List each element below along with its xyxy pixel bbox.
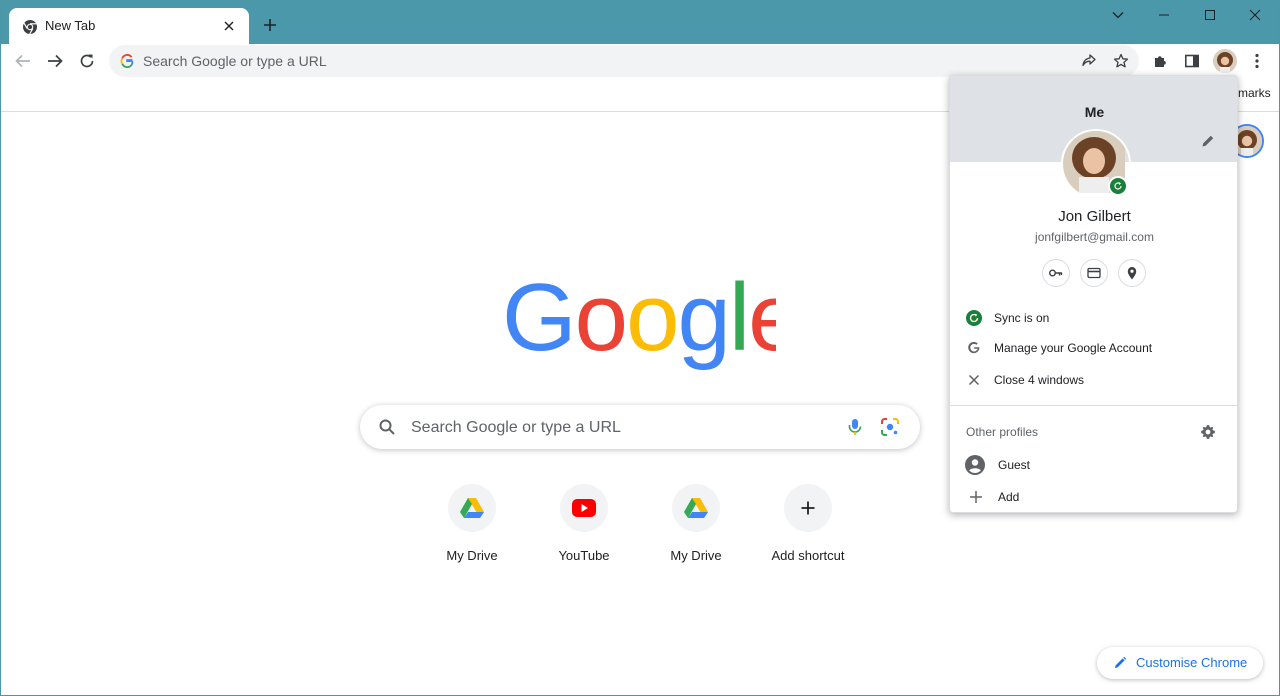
toolbar: Search Google or type a URL bbox=[0, 44, 1280, 78]
sync-status-item[interactable]: Sync is on bbox=[950, 303, 1237, 333]
google-drive-icon bbox=[460, 498, 484, 518]
close-windows-item[interactable]: Close 4 windows bbox=[950, 365, 1237, 395]
guest-profile-item[interactable]: Guest bbox=[950, 450, 1237, 480]
shortcut-icon-circle bbox=[784, 484, 832, 532]
chrome-menu-button[interactable] bbox=[1247, 51, 1267, 71]
shortcut-my-drive[interactable]: My Drive bbox=[640, 484, 752, 574]
minimize-button[interactable] bbox=[1153, 5, 1175, 25]
forward-button[interactable] bbox=[44, 50, 66, 72]
side-panel-button[interactable] bbox=[1182, 51, 1202, 71]
plus-icon bbox=[264, 19, 276, 31]
shortcut-icon-circle bbox=[560, 484, 608, 532]
microphone-icon[interactable] bbox=[844, 416, 866, 438]
arrow-left-icon bbox=[15, 54, 30, 68]
addresses-button[interactable] bbox=[1118, 259, 1146, 287]
bookmarks-label[interactable]: marks bbox=[1238, 86, 1271, 100]
share-icon bbox=[1082, 54, 1096, 67]
svg-text:Google: Google bbox=[502, 270, 776, 370]
sync-icon bbox=[1114, 182, 1122, 190]
profile-label: Guest bbox=[998, 458, 1031, 472]
maximize-button[interactable] bbox=[1199, 5, 1221, 25]
minimize-icon bbox=[1159, 14, 1169, 16]
bookmark-star-button[interactable] bbox=[1112, 52, 1130, 70]
arrow-right-icon bbox=[48, 54, 63, 68]
sync-icon bbox=[966, 310, 982, 326]
side-panel-icon bbox=[1184, 54, 1199, 68]
window-close-button[interactable] bbox=[1244, 5, 1266, 25]
profile-avatar-button[interactable] bbox=[1213, 49, 1237, 73]
shortcut-label: My Drive bbox=[446, 548, 498, 563]
passwords-button[interactable] bbox=[1042, 259, 1070, 287]
chevron-down-icon bbox=[1112, 12, 1124, 19]
avatar-icon bbox=[1213, 49, 1237, 73]
customise-chrome-button[interactable]: Customise Chrome bbox=[1097, 647, 1263, 679]
add-profile-item[interactable]: Add bbox=[950, 482, 1237, 512]
search-box[interactable]: Search Google or type a URL bbox=[360, 405, 920, 449]
customise-chrome-label: Customise Chrome bbox=[1136, 655, 1248, 670]
search-input[interactable]: Search Google or type a URL bbox=[411, 419, 621, 437]
close-icon bbox=[224, 21, 234, 31]
google-logo: Google bbox=[502, 270, 776, 370]
payment-methods-button[interactable] bbox=[1080, 259, 1108, 287]
plus-icon bbox=[801, 501, 815, 515]
tab-close-button[interactable] bbox=[219, 16, 239, 36]
gear-icon[interactable] bbox=[1200, 424, 1216, 440]
address-bar-placeholder: Search Google or type a URL bbox=[143, 53, 327, 69]
close-icon bbox=[1249, 9, 1261, 21]
menu-divider bbox=[950, 405, 1237, 406]
other-profiles-label: Other profiles bbox=[966, 425, 1039, 439]
location-pin-icon bbox=[1127, 267, 1137, 280]
title-bar: New Tab bbox=[0, 0, 1280, 44]
share-button[interactable] bbox=[1080, 52, 1098, 70]
menu-item-label: Close 4 windows bbox=[994, 373, 1085, 387]
shortcut-label: YouTube bbox=[558, 548, 610, 563]
puzzle-icon bbox=[1155, 56, 1166, 67]
chrome-icon bbox=[23, 20, 37, 35]
pencil-icon bbox=[1115, 656, 1127, 668]
profile-menu: Me Jon Gilbert jonfgilbert@gmail.com Syn… bbox=[949, 75, 1238, 513]
search-icon bbox=[379, 419, 395, 435]
shortcut-icon-circle bbox=[448, 484, 496, 532]
plus-icon bbox=[968, 489, 984, 505]
menu-item-label: Manage your Google Account bbox=[994, 341, 1153, 355]
google-lens-icon[interactable] bbox=[879, 416, 901, 438]
profile-menu-title: Me bbox=[1084, 104, 1105, 120]
address-bar[interactable]: Search Google or type a URL bbox=[109, 45, 1139, 77]
tab-new-tab[interactable]: New Tab bbox=[9, 8, 249, 44]
extensions-button[interactable] bbox=[1151, 51, 1171, 71]
pencil-icon[interactable] bbox=[1200, 133, 1216, 149]
person-icon bbox=[965, 455, 985, 475]
key-icon bbox=[1049, 269, 1063, 277]
close-icon bbox=[966, 372, 982, 388]
credit-card-icon bbox=[1087, 267, 1101, 279]
shortcut-add[interactable]: Add shortcut bbox=[752, 484, 864, 574]
reload-icon bbox=[80, 54, 94, 68]
manage-google-account-item[interactable]: Manage your Google Account bbox=[950, 333, 1237, 363]
menu-item-label: Sync is on bbox=[994, 311, 1050, 325]
profile-name: Jon Gilbert bbox=[1058, 208, 1131, 225]
tab-search-button[interactable] bbox=[1107, 5, 1129, 25]
star-icon bbox=[1113, 53, 1129, 68]
shortcut-label: My Drive bbox=[670, 548, 722, 563]
new-tab-button[interactable] bbox=[260, 15, 280, 35]
google-g-icon bbox=[966, 340, 982, 356]
shortcut-youtube[interactable]: YouTube bbox=[528, 484, 640, 574]
google-g-icon bbox=[120, 54, 134, 68]
youtube-icon bbox=[572, 499, 596, 517]
google-drive-icon bbox=[684, 498, 708, 518]
profile-label: Add bbox=[998, 490, 1020, 504]
tab-title: New Tab bbox=[45, 18, 96, 33]
shortcut-icon-circle bbox=[672, 484, 720, 532]
profile-email: jonfgilbert@gmail.com bbox=[1035, 230, 1154, 244]
shortcut-my-drive[interactable]: My Drive bbox=[416, 484, 528, 574]
maximize-icon bbox=[1205, 10, 1215, 20]
sync-badge bbox=[1108, 176, 1128, 196]
reload-button[interactable] bbox=[76, 50, 98, 72]
back-button[interactable] bbox=[12, 50, 34, 72]
more-vertical-icon bbox=[1255, 53, 1259, 69]
shortcut-label: Add shortcut bbox=[771, 548, 845, 563]
